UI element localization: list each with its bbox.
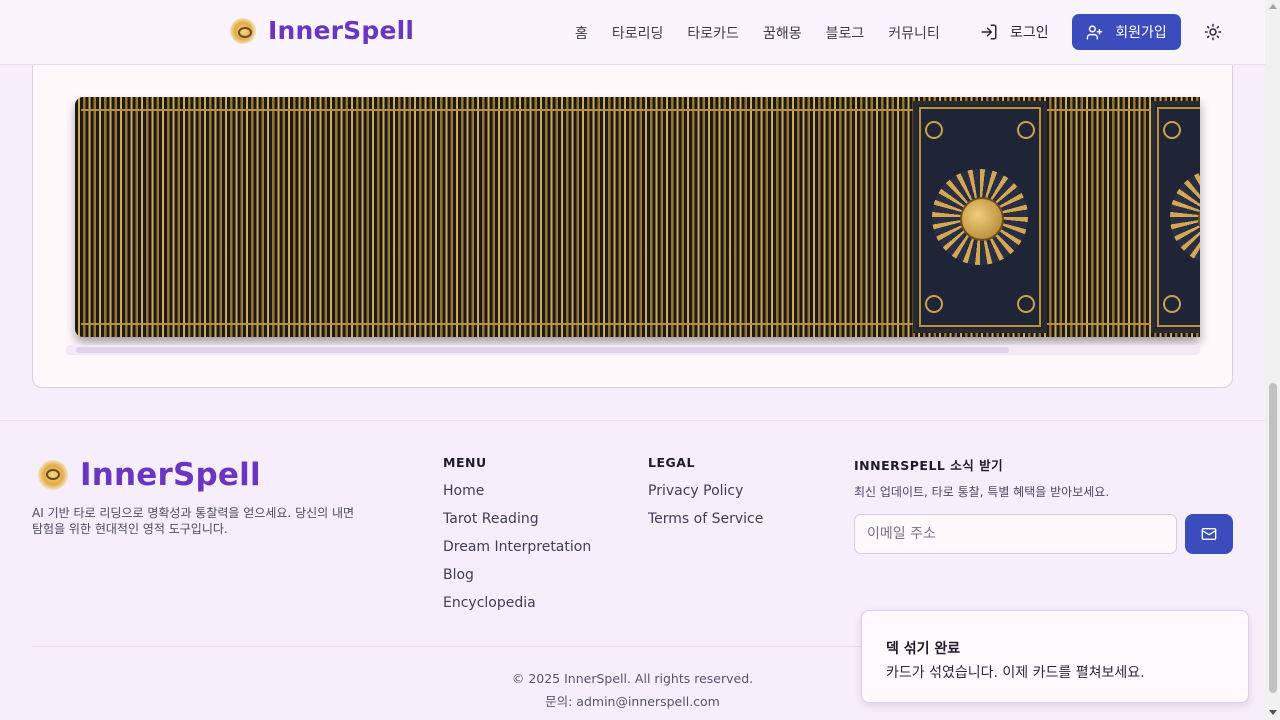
site-header: InnerSpell 홈 타로리딩 타로카드 꿈해몽 블로그 커뮤니티 로그인 … (0, 0, 1265, 65)
corner-eye-ornament (1163, 295, 1181, 313)
nav-dream-interpretation[interactable]: 꿈해몽 (763, 23, 802, 43)
footer-link-encyclopedia[interactable]: Encyclopedia (443, 595, 536, 611)
footer-link-home[interactable]: Home (443, 483, 484, 499)
login-icon (981, 24, 997, 40)
corner-eye-ornament (925, 295, 943, 313)
theme-toggle-button[interactable] (1204, 23, 1222, 45)
corner-eye-ornament (1017, 295, 1035, 313)
nav-blog[interactable]: 블로그 (826, 23, 865, 43)
footer-link-blog[interactable]: Blog (443, 567, 474, 583)
nav-home[interactable]: 홈 (575, 23, 588, 43)
mail-icon (1201, 528, 1217, 540)
toast-title: 덱 섞기 완료 (886, 641, 961, 657)
legal-heading: LEGAL (648, 455, 695, 470)
corner-eye-ornament (925, 121, 943, 139)
page-vertical-scrollbar[interactable] (1265, 0, 1280, 720)
signup-label: 회원가입 (1115, 25, 1167, 41)
sun-face-emblem (1170, 169, 1200, 265)
sun-icon (1204, 23, 1222, 41)
footer-logo[interactable]: InnerSpell (38, 457, 261, 493)
toast-message: 카드가 섞였습니다. 이제 카드를 펼쳐보세요. (886, 665, 1145, 681)
newsletter-submit-button[interactable] (1185, 514, 1233, 554)
main-nav: 홈 타로리딩 타로카드 꿈해몽 블로그 커뮤니티 (575, 23, 940, 43)
newsletter-heading: INNERSPELL 소식 받기 (854, 458, 1004, 473)
header-logo[interactable]: InnerSpell (230, 16, 414, 45)
login-button[interactable]: 로그인 (980, 22, 1049, 42)
corner-eye-ornament (1017, 121, 1035, 139)
tarot-card-back[interactable] (913, 101, 1047, 333)
corner-eye-ornament (1163, 121, 1181, 139)
tarot-deck-spread[interactable] (75, 97, 1200, 337)
user-plus-icon (1086, 24, 1103, 40)
footer-description: AI 기반 타로 리딩으로 명확성과 통찰력을 얻으세요. 당신의 내면 탐험을… (32, 506, 355, 536)
sun-face-emblem (932, 169, 1028, 265)
scroll-up-arrow-icon[interactable] (1269, 4, 1277, 9)
deck-horizontal-scrollbar[interactable] (66, 345, 1200, 355)
newsletter-subtitle: 최신 업데이트, 타로 통찰, 특별 혜택을 받아보세요. (854, 485, 1110, 499)
nav-community[interactable]: 커뮤니티 (888, 23, 940, 43)
footer-link-tarot-reading[interactable]: Tarot Reading (443, 511, 539, 527)
page-scroll-thumb[interactable] (1269, 383, 1277, 693)
signup-button[interactable]: 회원가입 (1072, 14, 1181, 50)
footer-link-dream-interpretation[interactable]: Dream Interpretation (443, 539, 591, 555)
eye-sun-logo-icon (38, 460, 68, 490)
newsletter-email-input[interactable] (854, 514, 1177, 554)
nav-tarot-cards[interactable]: 타로카드 (687, 23, 739, 43)
footer-link-privacy-policy[interactable]: Privacy Policy (648, 483, 743, 499)
eye-sun-logo-icon (230, 17, 256, 44)
footer-link-terms-of-service[interactable]: Terms of Service (648, 511, 763, 527)
shuffle-complete-toast[interactable]: 덱 섞기 완료 카드가 섞였습니다. 이제 카드를 펼쳐보세요. (861, 610, 1249, 703)
scroll-down-arrow-icon[interactable] (1269, 710, 1277, 715)
menu-heading: MENU (443, 455, 487, 470)
deck-scroll-thumb[interactable] (76, 347, 1009, 353)
nav-tarot-reading[interactable]: 타로리딩 (612, 23, 664, 43)
brand-name: InnerSpell (268, 16, 415, 45)
tarot-card-back[interactable] (1151, 101, 1200, 333)
login-label: 로그인 (1010, 25, 1049, 41)
footer-brand-name: InnerSpell (80, 457, 261, 493)
